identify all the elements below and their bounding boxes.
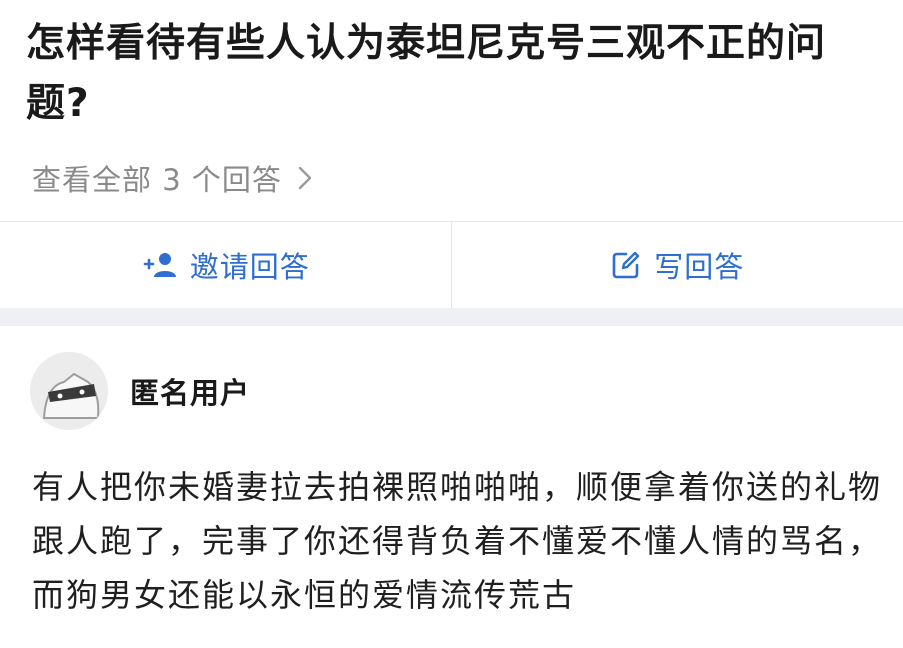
chevron-right-icon xyxy=(298,166,312,190)
write-answer-label: 写回答 xyxy=(654,250,745,284)
answer-content[interactable]: 有人把你未婚妻拉去拍裸照啪啪啪，顺便拿着你送的礼物跟人跑了，完事了你还得背负着不… xyxy=(32,460,882,622)
view-all-label: 查看全部 3 个回答 xyxy=(32,163,282,197)
anonymous-avatar-icon[interactable] xyxy=(30,352,108,430)
edit-icon xyxy=(610,249,642,281)
answer-card: 匿名用户 有人把你未婚妻拉去拍裸照啪啪啪，顺便拿着你送的礼物跟人跑了，完事了你还… xyxy=(0,326,903,648)
author-name[interactable]: 匿名用户 xyxy=(130,370,250,412)
write-answer-button[interactable]: 写回答 xyxy=(452,222,903,308)
question-title[interactable]: 怎样看待有些人认为泰坦尼克号三观不正的问题? xyxy=(26,14,856,134)
add-person-icon xyxy=(142,251,178,279)
invite-answer-button[interactable]: 邀请回答 xyxy=(0,222,452,308)
invite-answer-label: 邀请回答 xyxy=(189,250,310,284)
question-header: 怎样看待有些人认为泰坦尼克号三观不正的问题? 查看全部 3 个回答 xyxy=(0,0,903,222)
action-divider xyxy=(451,222,452,308)
section-gap xyxy=(0,308,903,326)
view-all-answers-link[interactable]: 查看全部 3 个回答 xyxy=(32,158,312,198)
